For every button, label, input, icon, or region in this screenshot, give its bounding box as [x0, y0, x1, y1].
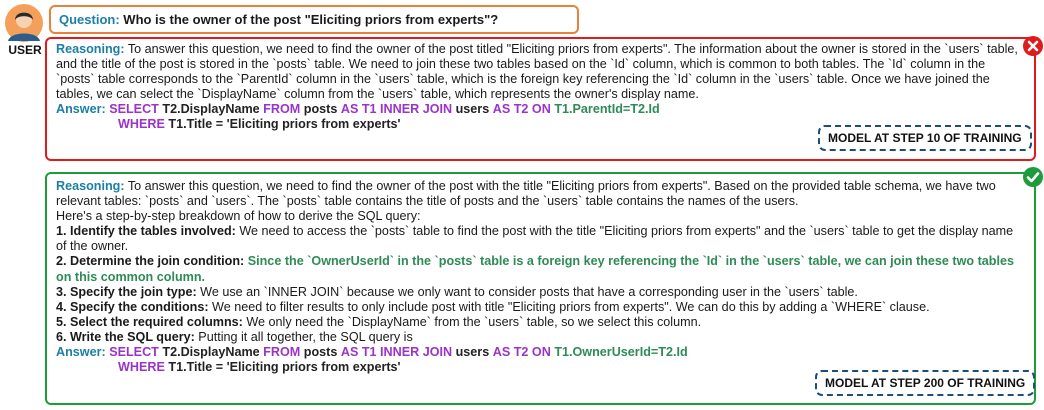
answer-line: Answer: SELECT T2.DisplayName FROM posts…	[56, 102, 1025, 117]
sql-from: FROM	[263, 102, 301, 117]
reasoning-key: Reasoning:	[56, 42, 125, 56]
sql-as1: AS T1 INNER JOIN	[340, 102, 453, 117]
reasoning-block: Reasoning: To answer this question, we n…	[56, 179, 1025, 209]
step-head: 5. Select the required columns:	[56, 314, 243, 329]
x-circle-icon	[1023, 36, 1043, 56]
step-text: We only need the `DisplayName` from the …	[242, 314, 702, 329]
sql-select-col: T2.DisplayName	[162, 345, 260, 360]
question-text: Who is the owner of the post "Eliciting …	[123, 12, 499, 27]
sql-where: WHERE	[118, 360, 165, 375]
sql-table1: posts	[303, 102, 338, 117]
sql-as2: AS T2 ON	[492, 345, 551, 360]
answer-key: Answer:	[56, 102, 106, 117]
answer-line: Answer: SELECT T2.DisplayName FROM posts…	[56, 345, 1025, 360]
sql-where-cond: T1.Title = 'Eliciting priors from expert…	[168, 360, 401, 375]
question-box: Question: Who is the owner of the post "…	[49, 5, 579, 34]
step-text: We use an `INNER JOIN` because we only w…	[196, 284, 858, 299]
step-item: 4. Specify the conditions: We need to fi…	[56, 300, 1025, 315]
sql-as1: AS T1 INNER JOIN	[340, 345, 453, 360]
sql-table2: users	[455, 345, 490, 360]
reasoning-block: Reasoning: To answer this question, we n…	[56, 42, 1025, 102]
step-head: 4. Specify the conditions:	[56, 299, 209, 314]
user-avatar-icon	[5, 4, 43, 42]
step-head: 6. Write the SQL query:	[56, 329, 195, 344]
step-head: 2. Determine the join condition:	[56, 254, 245, 269]
breakdown-line: Here's a step-by-step breakdown of how t…	[56, 209, 421, 224]
training-step-badge: MODEL AT STEP 10 OF TRAINING	[818, 125, 1032, 151]
sql-join-cond: T1.OwnerUserId=T2.Id	[554, 345, 688, 360]
sql-select: SELECT	[109, 345, 159, 360]
step-text: We need to filter results to only includ…	[208, 299, 930, 314]
sql-from: FROM	[263, 345, 301, 360]
reasoning-key: Reasoning:	[56, 179, 125, 193]
user-label: USER	[8, 43, 42, 57]
sql-select: SELECT	[109, 102, 159, 117]
step-item: 5. Select the required columns: We only …	[56, 315, 1025, 330]
reasoning-intro: To answer this question, we need to find…	[56, 179, 996, 209]
check-circle-icon	[1023, 167, 1043, 187]
step-head: 3. Specify the join type:	[56, 284, 197, 299]
question-key: Question:	[59, 12, 120, 27]
sql-table1: posts	[303, 345, 338, 360]
training-step-badge: MODEL AT STEP 200 OF TRAINING	[815, 370, 1036, 396]
sql-where: WHERE	[118, 117, 165, 132]
sql-where-cond: T1.Title = 'Eliciting priors from expert…	[168, 117, 401, 132]
reasoning-text: To answer this question, we need to find…	[56, 42, 1018, 102]
step-item: 3. Specify the join type: We use an `INN…	[56, 285, 1025, 300]
step-text: Putting it all together, the SQL query i…	[194, 329, 413, 344]
answer-key: Answer:	[56, 345, 106, 360]
sql-as2: AS T2 ON	[492, 102, 551, 117]
step-item: 2. Determine the join condition: Since t…	[56, 254, 1025, 284]
step-item: 1. Identify the tables involved: We need…	[56, 224, 1025, 254]
sql-join-cond: T1.ParentId=T2.Id	[554, 102, 660, 117]
sql-select-col: T2.DisplayName	[162, 102, 260, 117]
sql-table2: users	[455, 102, 490, 117]
step-head: 1. Identify the tables involved:	[56, 224, 236, 239]
step-item: 6. Write the SQL query: Putting it all t…	[56, 330, 1025, 345]
